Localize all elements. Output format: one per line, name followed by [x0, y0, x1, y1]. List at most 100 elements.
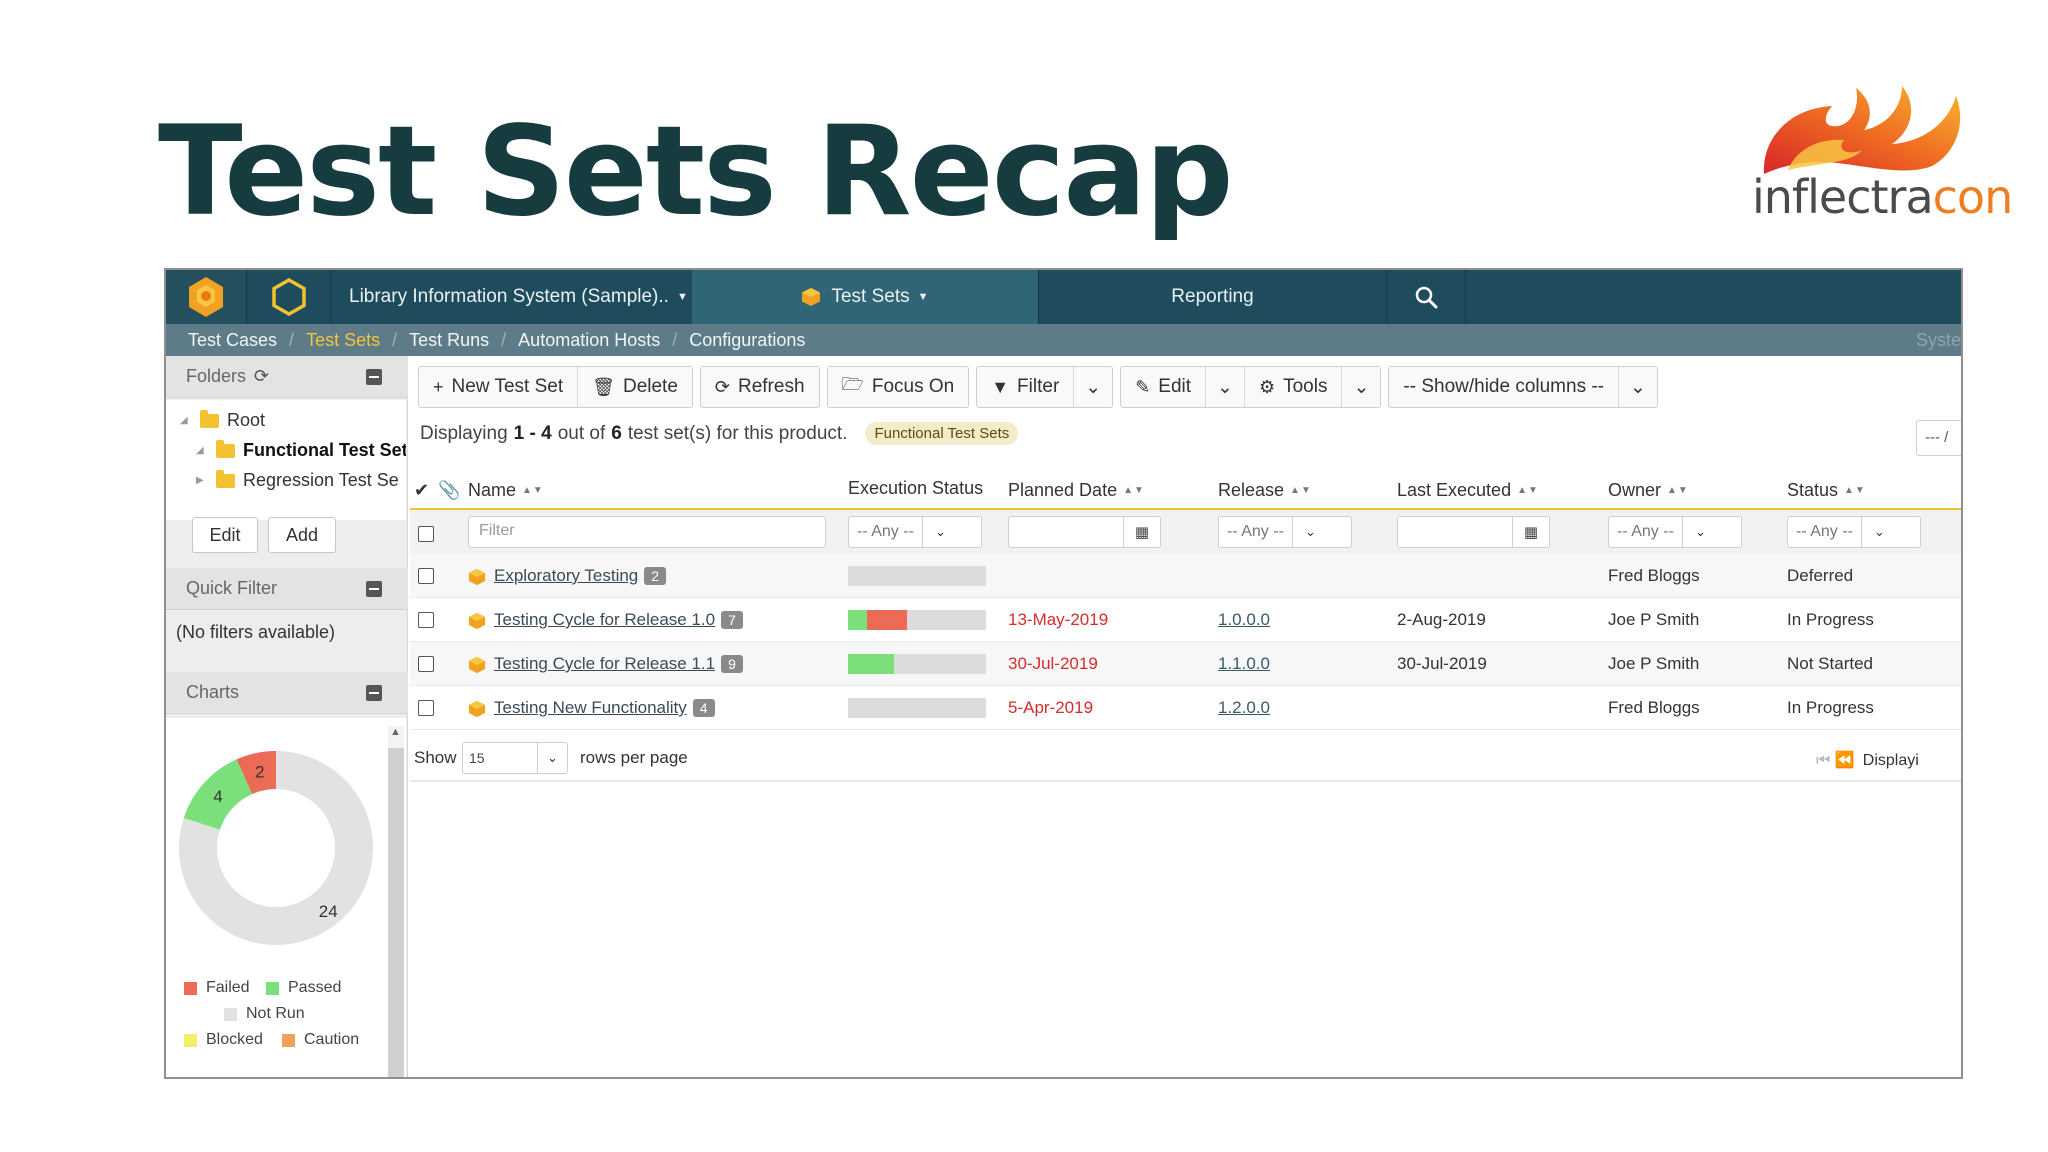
tools-dropdown-chevron-icon[interactable]: ⌄ — [1341, 367, 1380, 407]
tree-item-root[interactable]: ◢ Root — [180, 409, 265, 431]
product-selector[interactable]: Library Information System (Sample).. ▼ — [330, 270, 692, 324]
new-test-set-button[interactable]: + New Test Set — [419, 367, 577, 407]
last-executed: 30-Jul-2019 — [1397, 654, 1487, 673]
tree-item-functional-test-sets[interactable]: ◢ Functional Test Set — [196, 439, 406, 461]
column-header-status[interactable]: Status ▲▼ — [1787, 480, 1866, 501]
pager: Show 15 ⌄ rows per page ⏮ ⏪ Displayi — [410, 732, 1961, 782]
table-row[interactable]: Testing Cycle for Release 1.0 7 13-May-201… — [410, 598, 1961, 642]
table-row[interactable]: Testing New Functionality 4 5-Apr-2019 1.2.… — [410, 686, 1961, 730]
row-checkbox[interactable] — [418, 656, 434, 672]
refresh-icon[interactable]: ⟳ — [254, 366, 269, 387]
column-header-name[interactable]: Name ▲▼ — [468, 480, 544, 501]
column-header-last-executed[interactable]: Last Executed ▲▼ — [1397, 480, 1539, 501]
view-select[interactable]: --- / — [1916, 420, 1961, 456]
status: Deferred — [1787, 566, 1854, 585]
tab-test-sets[interactable]: Test Sets ▼ — [692, 270, 1038, 324]
execution-donut-chart: 2424 — [179, 751, 373, 945]
filter-row-checkbox[interactable] — [418, 526, 434, 542]
edit-button[interactable]: ✎ Edit — [1121, 367, 1205, 407]
release-link[interactable]: 1.2.0.0 — [1218, 698, 1270, 718]
scroll-up-icon[interactable]: ▲ — [390, 726, 401, 738]
filter-row: Filter -- Any -- ⌄ ▦ -- Any -- ⌄ ▦ -- Any … — [410, 510, 1961, 554]
planned-date-filter-input[interactable] — [1008, 516, 1124, 548]
filter-dropdown-chevron-icon[interactable]: ⌄ — [1073, 367, 1112, 407]
caret-down-icon: ▼ — [676, 291, 688, 303]
test-set-link[interactable]: Testing New Functionality — [494, 698, 687, 717]
planned-date: 13-May-2019 — [1008, 610, 1109, 629]
columns-chevron-icon[interactable]: ⌄ — [1618, 367, 1657, 407]
status-filter[interactable]: -- Any -- ⌄ — [1787, 516, 1921, 548]
last-executed-filter-input[interactable] — [1397, 516, 1513, 548]
toolbar-group-create: + New Test Set 🗑 Delete — [418, 366, 693, 408]
subnav-test-cases[interactable]: Test Cases — [188, 330, 277, 351]
chart-scrollbar-thumb[interactable] — [388, 748, 404, 1077]
edit-dropdown-chevron-icon[interactable]: ⌄ — [1205, 367, 1244, 407]
tools-button[interactable]: ⚙ Tools — [1243, 367, 1342, 407]
release-filter[interactable]: -- Any -- ⌄ — [1218, 516, 1352, 548]
execution-status-bar — [848, 654, 986, 674]
sort-icon[interactable]: ▲▼ — [1123, 485, 1145, 496]
slide-title: Test Sets Recap — [158, 100, 1234, 244]
column-header-release[interactable]: Release ▲▼ — [1218, 480, 1312, 501]
folder-add-button[interactable]: Add — [268, 517, 336, 553]
release-link[interactable]: 1.1.0.0 — [1218, 654, 1270, 674]
test-set-link[interactable]: Testing Cycle for Release 1.0 — [494, 610, 715, 629]
column-header-planned-date[interactable]: Planned Date ▲▼ — [1008, 480, 1145, 501]
subnav-test-sets[interactable]: Test Sets — [306, 330, 380, 351]
legend-swatch — [224, 1007, 237, 1021]
release-link[interactable]: 1.0.0.0 — [1218, 610, 1270, 630]
row-checkbox[interactable] — [418, 612, 434, 628]
sort-icon[interactable]: ▲▼ — [1667, 485, 1689, 496]
status: Not Started — [1787, 654, 1873, 673]
name-filter-input[interactable]: Filter — [468, 516, 826, 548]
column-header-execution-status[interactable]: Execution Status — [848, 478, 983, 499]
hexagon-menu-icon[interactable] — [246, 270, 330, 324]
search-icon[interactable] — [1386, 270, 1466, 324]
sort-icon[interactable]: ▲▼ — [522, 485, 544, 496]
first-page-icon[interactable]: ⏮ ⏪ — [1816, 752, 1855, 769]
plus-icon: + — [433, 376, 444, 397]
refresh-button[interactable]: ⟳ Refresh — [701, 367, 819, 407]
calendar-icon[interactable]: ▦ — [1123, 516, 1161, 548]
collapse-icon[interactable] — [366, 581, 382, 597]
row-checkbox[interactable] — [418, 700, 434, 716]
sort-icon[interactable]: ▲▼ — [1290, 485, 1312, 496]
folders-header: Folders ⟳ — [166, 356, 408, 398]
sort-icon[interactable]: ▲▼ — [1517, 485, 1539, 496]
legend-blocked: Blocked — [184, 1031, 263, 1049]
sub-nav: Test Cases / Test Sets / Test Runs / Aut… — [166, 324, 1961, 356]
table-row[interactable]: Exploratory Testing 2 Fred Bloggs Deferred — [410, 554, 1961, 598]
legend-swatch — [266, 981, 279, 995]
rows-per-page-select[interactable]: 15 ⌄ — [462, 742, 568, 774]
legend-swatch — [184, 1033, 197, 1047]
test-set-link[interactable]: Exploratory Testing — [494, 566, 638, 585]
delete-button[interactable]: 🗑 Delete — [577, 367, 692, 407]
subnav-automation-hosts[interactable]: Automation Hosts — [518, 330, 660, 351]
pager-show-label: Show — [414, 748, 457, 767]
select-all-check-icon[interactable]: ✔ — [414, 480, 429, 501]
folder-edit-button[interactable]: Edit — [192, 517, 258, 553]
focus-on-button[interactable]: 🗁 Focus On — [828, 367, 969, 407]
sort-icon[interactable]: ▲▼ — [1844, 485, 1866, 496]
execution-status-filter[interactable]: -- Any -- ⌄ — [848, 516, 982, 548]
tree-item-regression-test-sets[interactable]: ▶ Regression Test Se — [196, 469, 399, 491]
collapse-icon[interactable] — [366, 685, 382, 701]
column-header-owner[interactable]: Owner ▲▼ — [1608, 480, 1689, 501]
test-set-link[interactable]: Testing Cycle for Release 1.1 — [494, 654, 715, 673]
collapse-icon[interactable] — [366, 369, 382, 385]
subnav-configurations[interactable]: Configurations — [689, 330, 805, 351]
folder-filter-pill[interactable]: Functional Test Sets — [865, 422, 1019, 445]
attachment-icon: 📎 — [438, 480, 461, 500]
spira-logo-icon[interactable] — [166, 270, 246, 324]
subnav-system-link[interactable]: Syster — [1916, 330, 1961, 351]
filter-button[interactable]: ▼ Filter — [977, 367, 1073, 407]
owner-filter[interactable]: -- Any -- ⌄ — [1608, 516, 1742, 548]
table-row[interactable]: Testing Cycle for Release 1.1 9 30-Jul-201… — [410, 642, 1961, 686]
no-filters-text: (No filters available) — [176, 622, 336, 642]
execution-status-bar — [848, 610, 986, 630]
calendar-icon[interactable]: ▦ — [1512, 516, 1550, 548]
show-hide-columns-select[interactable]: -- Show/hide columns -- ⌄ — [1388, 366, 1658, 408]
row-checkbox[interactable] — [418, 568, 434, 584]
tab-reporting[interactable]: Reporting — [1038, 270, 1386, 324]
subnav-test-runs[interactable]: Test Runs — [409, 330, 489, 351]
